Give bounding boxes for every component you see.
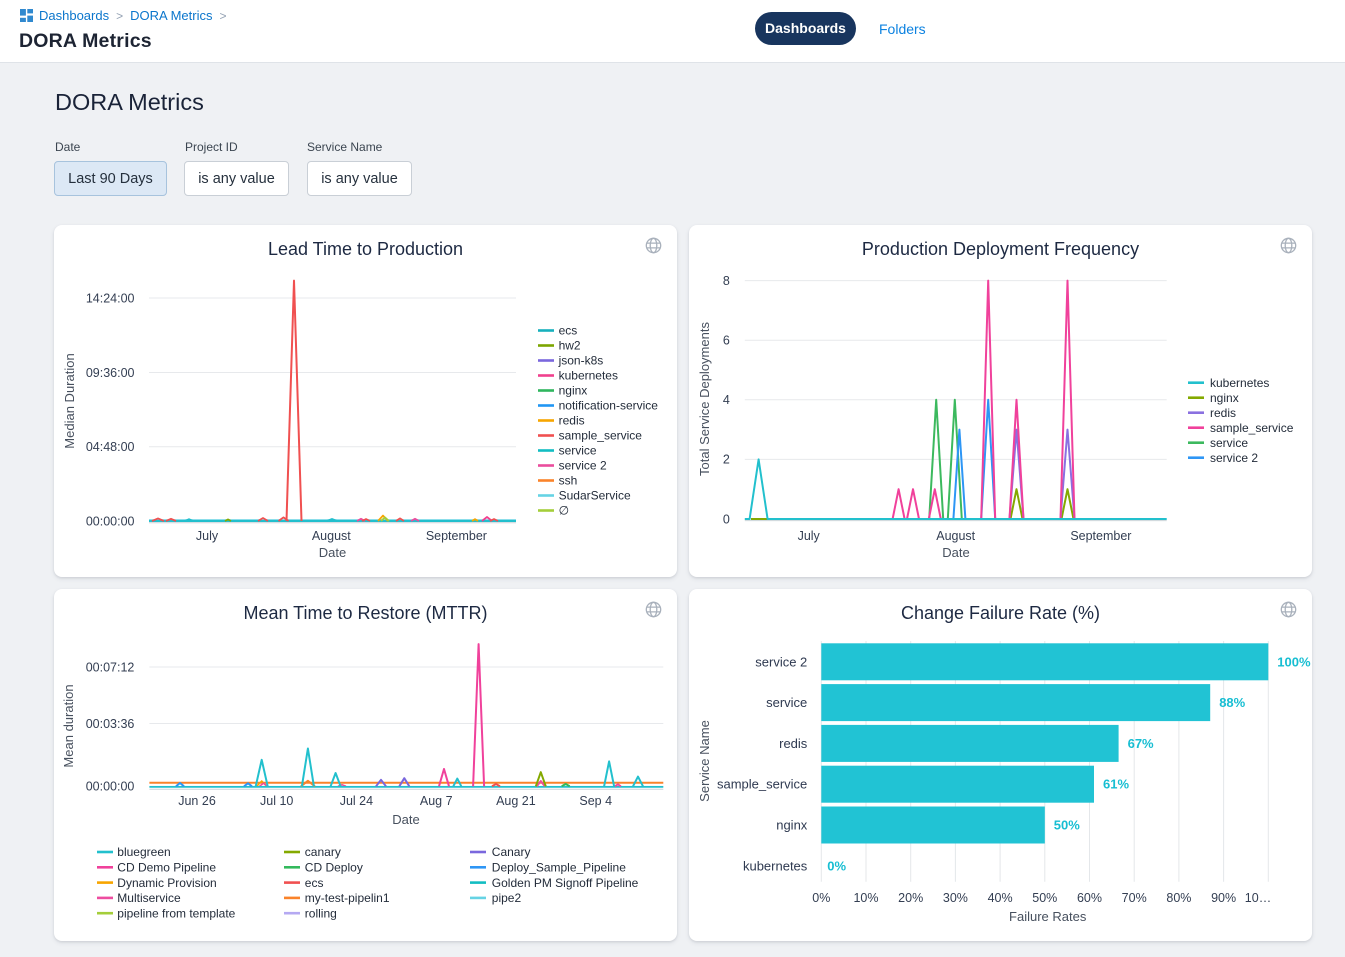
svg-text:service: service xyxy=(559,444,597,458)
svg-text:pipe2: pipe2 xyxy=(492,891,522,905)
svg-text:50%: 50% xyxy=(1054,818,1080,833)
svg-text:Total Service Deployments: Total Service Deployments xyxy=(697,322,712,476)
svg-text:67%: 67% xyxy=(1128,736,1154,751)
svg-text:sample_service: sample_service xyxy=(717,777,807,792)
svg-text:Lead Time to Production: Lead Time to Production xyxy=(268,239,463,259)
svg-text:Date: Date xyxy=(392,812,419,827)
svg-text:Dynamic Provision: Dynamic Provision xyxy=(117,876,216,890)
svg-text:notification-service: notification-service xyxy=(559,399,659,413)
svg-text:00:00:00: 00:00:00 xyxy=(86,514,135,528)
svg-text:Median Duration: Median Duration xyxy=(62,353,77,448)
svg-text:pipeline from template: pipeline from template xyxy=(117,906,235,920)
svg-text:service 2: service 2 xyxy=(755,654,807,669)
svg-text:90%: 90% xyxy=(1211,891,1236,905)
svg-text:service: service xyxy=(1210,436,1248,450)
svg-text:00:07:12: 00:07:12 xyxy=(86,660,135,674)
svg-text:service: service xyxy=(766,695,807,710)
svg-text:September: September xyxy=(426,529,487,543)
svg-text:00:00:00: 00:00:00 xyxy=(86,780,135,794)
svg-text:service 2: service 2 xyxy=(1210,451,1258,465)
svg-text:100%: 100% xyxy=(1277,654,1311,669)
svg-text:Multiservice: Multiservice xyxy=(117,891,181,905)
svg-text:Mean duration: Mean duration xyxy=(61,684,76,767)
svg-text:Jun 26: Jun 26 xyxy=(178,794,216,808)
svg-text:Mean Time to Restore (MTTR): Mean Time to Restore (MTTR) xyxy=(243,603,487,623)
svg-text:CD Deploy: CD Deploy xyxy=(305,861,363,875)
svg-text:30%: 30% xyxy=(943,891,968,905)
svg-text:SudarService: SudarService xyxy=(559,489,631,503)
svg-text:Golden PM Signoff Pipeline: Golden PM Signoff Pipeline xyxy=(492,876,639,890)
svg-text:kubernetes: kubernetes xyxy=(743,858,808,873)
svg-text:kubernetes: kubernetes xyxy=(559,369,618,383)
svg-text:88%: 88% xyxy=(1219,695,1245,710)
svg-text:Change Failure Rate (%): Change Failure Rate (%) xyxy=(901,603,1100,623)
svg-text:sample_service: sample_service xyxy=(1210,421,1294,435)
svg-text:50%: 50% xyxy=(1032,891,1057,905)
svg-text:Service Name: Service Name xyxy=(697,720,712,802)
svg-text:80%: 80% xyxy=(1166,891,1191,905)
svg-text:0%: 0% xyxy=(812,891,830,905)
svg-text:Sep 4: Sep 4 xyxy=(579,794,612,808)
svg-text:6: 6 xyxy=(723,334,730,348)
svg-text:09:36:00: 09:36:00 xyxy=(86,366,135,380)
svg-text:14:24:00: 14:24:00 xyxy=(86,291,135,305)
svg-text:nginx: nginx xyxy=(1210,391,1239,405)
svg-text:my-test-pipelin1: my-test-pipelin1 xyxy=(305,891,390,905)
svg-text:04:48:00: 04:48:00 xyxy=(86,440,135,454)
svg-text:ecs: ecs xyxy=(305,876,324,890)
svg-text:Date: Date xyxy=(942,545,969,560)
svg-text:CD Demo Pipeline: CD Demo Pipeline xyxy=(117,861,216,875)
svg-text:10%: 10% xyxy=(853,891,878,905)
svg-text:redis: redis xyxy=(779,736,808,751)
svg-text:rolling: rolling xyxy=(305,906,337,920)
svg-text:00:03:36: 00:03:36 xyxy=(86,717,135,731)
svg-text:Aug 7: Aug 7 xyxy=(420,794,453,808)
svg-text:hw2: hw2 xyxy=(559,339,581,353)
svg-text:40%: 40% xyxy=(988,891,1013,905)
svg-text:70%: 70% xyxy=(1122,891,1147,905)
svg-text:nginx: nginx xyxy=(776,818,808,833)
svg-text:kubernetes: kubernetes xyxy=(1210,376,1269,390)
svg-text:redis: redis xyxy=(1210,406,1236,420)
svg-text:60%: 60% xyxy=(1077,891,1102,905)
svg-text:json-k8s: json-k8s xyxy=(558,354,604,368)
svg-text:2: 2 xyxy=(723,453,730,467)
svg-text:September: September xyxy=(1070,529,1131,543)
svg-text:service 2: service 2 xyxy=(559,459,607,473)
svg-text:61%: 61% xyxy=(1103,777,1129,792)
svg-text:July: July xyxy=(798,529,821,543)
svg-text:nginx: nginx xyxy=(559,384,588,398)
svg-text:8: 8 xyxy=(723,274,730,288)
svg-text:canary: canary xyxy=(305,845,341,859)
svg-text:Aug 21: Aug 21 xyxy=(496,794,536,808)
svg-text:Deploy_Sample_Pipeline: Deploy_Sample_Pipeline xyxy=(492,861,626,875)
svg-text:∅: ∅ xyxy=(559,504,569,518)
svg-text:0%: 0% xyxy=(827,858,846,873)
svg-text:redis: redis xyxy=(559,414,585,428)
svg-text:August: August xyxy=(312,529,351,543)
svg-text:ssh: ssh xyxy=(559,474,578,488)
svg-text:0: 0 xyxy=(723,512,730,526)
svg-text:ecs: ecs xyxy=(559,324,578,338)
svg-text:Jul 24: Jul 24 xyxy=(340,794,373,808)
svg-text:10…: 10… xyxy=(1245,891,1271,905)
svg-text:sample_service: sample_service xyxy=(559,429,643,443)
svg-text:Failure Rates: Failure Rates xyxy=(1009,909,1087,924)
svg-text:Production Deployment Frequenc: Production Deployment Frequency xyxy=(862,239,1139,259)
svg-text:20%: 20% xyxy=(898,891,923,905)
svg-text:4: 4 xyxy=(723,393,730,407)
svg-text:Date: Date xyxy=(319,545,346,560)
svg-text:Canary: Canary xyxy=(492,845,531,859)
svg-text:Jul 10: Jul 10 xyxy=(260,794,293,808)
svg-text:August: August xyxy=(936,529,975,543)
svg-text:bluegreen: bluegreen xyxy=(117,845,170,859)
svg-text:July: July xyxy=(196,529,219,543)
